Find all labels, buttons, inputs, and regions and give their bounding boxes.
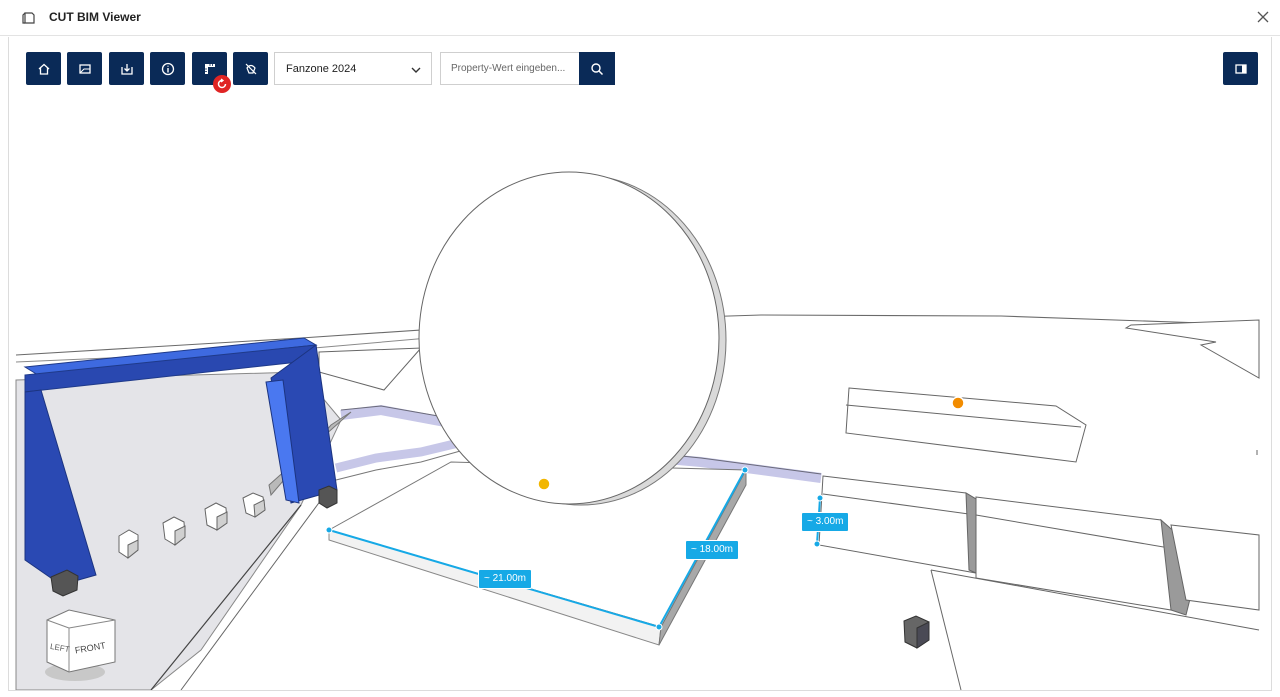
ground-edge-line <box>930 569 962 690</box>
viewer-icon <box>22 12 35 24</box>
export-button[interactable] <box>109 52 144 85</box>
panel-toggle-button[interactable] <box>1223 52 1258 85</box>
measure-reset-badge[interactable] <box>213 75 231 93</box>
measurement-label-18m[interactable]: ~ 18.00m <box>685 540 739 560</box>
disc-sculpture <box>418 171 727 506</box>
home-button[interactable] <box>26 52 61 85</box>
info-icon <box>161 62 174 75</box>
download-icon <box>120 63 133 75</box>
title-bar: CUT BIM Viewer <box>0 0 1280 36</box>
issue-marker[interactable] <box>537 477 551 491</box>
platform-block <box>318 347 423 391</box>
close-icon[interactable] <box>1254 8 1272 26</box>
model-select-value: Fanzone 2024 <box>286 63 357 75</box>
section-box-icon <box>78 63 91 74</box>
model-select[interactable]: Fanzone 2024 <box>274 52 432 85</box>
chevron-down-icon <box>411 67 421 73</box>
measure-icon <box>204 63 215 74</box>
property-search-input[interactable] <box>440 52 579 85</box>
hide-button[interactable] <box>233 52 268 85</box>
section-button[interactable] <box>67 52 102 85</box>
search-icon <box>591 62 604 75</box>
issue-marker[interactable] <box>951 396 965 410</box>
bim-viewer-window: CUT BIM Viewer ~ 21.00m ~ 18.00m ~ 3.00m… <box>0 0 1280 697</box>
kiosk-block <box>845 387 1087 463</box>
ramp-block <box>1124 319 1260 379</box>
search-button[interactable] <box>579 52 615 85</box>
model-viewport[interactable]: ~ 21.00m ~ 18.00m ~ 3.00m LEFT FRONT Fan… <box>8 37 1272 691</box>
window-title: CUT BIM Viewer <box>49 10 141 24</box>
measurement-label-21m[interactable]: ~ 21.00m <box>478 569 532 589</box>
eye-off-icon <box>245 63 256 74</box>
info-button[interactable] <box>150 52 185 85</box>
measurement-label-3m[interactable]: ~ 3.00m <box>801 512 850 532</box>
bench-block <box>975 496 1187 611</box>
panel-toggle-icon <box>1234 63 1247 74</box>
home-icon <box>38 63 49 75</box>
reset-icon <box>217 78 227 89</box>
view-cube[interactable]: LEFT FRONT <box>39 600 117 682</box>
3d-scene[interactable] <box>9 37 1272 691</box>
